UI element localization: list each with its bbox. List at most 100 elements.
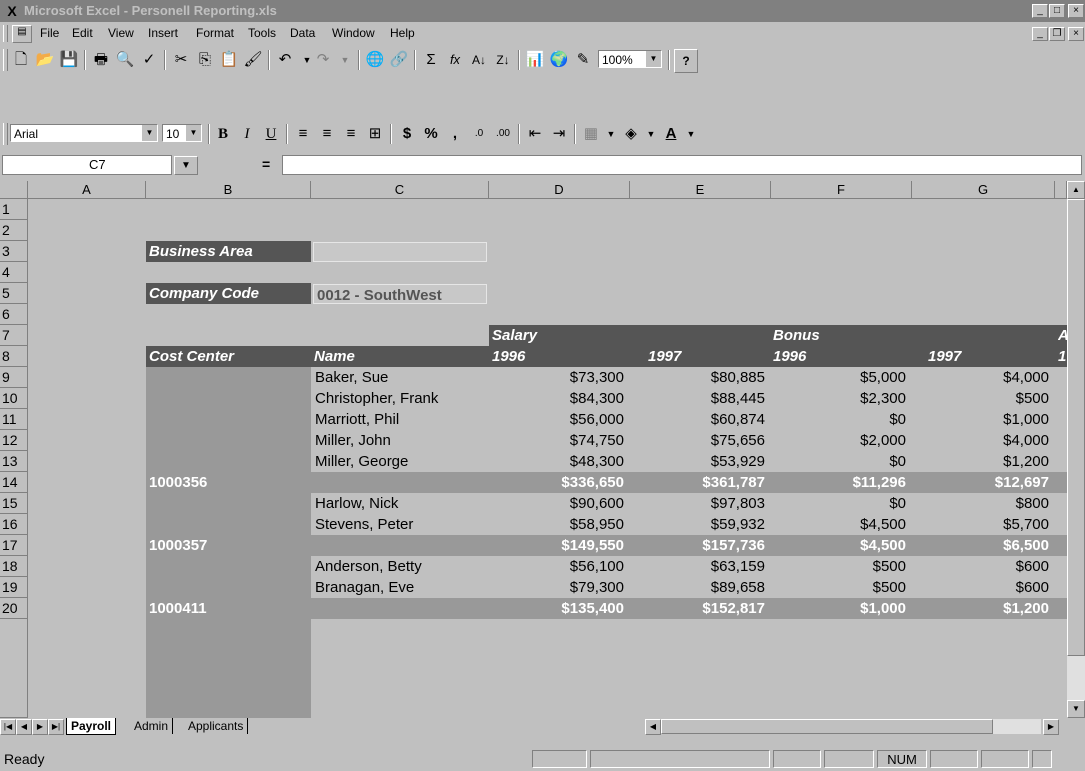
amount-cell[interactable]: $88,445 (630, 388, 771, 409)
hscroll-thumb[interactable] (661, 719, 993, 734)
chevron-down-icon[interactable]: ▼ (645, 51, 661, 67)
doc-minimize-button[interactable]: _ (1032, 27, 1048, 41)
cell-area[interactable]: Business Area Company Code 0012 - SouthW… (28, 199, 1067, 718)
amount-cell[interactable]: $0 (771, 493, 912, 514)
row-header[interactable]: 20 (0, 598, 28, 619)
amount-cell[interactable]: $5,000 (771, 367, 912, 388)
amount-cell[interactable]: $2,300 (771, 388, 912, 409)
amount-cell[interactable]: $1,000 (912, 409, 1055, 430)
chevron-down-icon[interactable]: ▼ (141, 125, 157, 141)
borders-dropdown-icon[interactable]: ▼ (600, 123, 622, 145)
paste-icon[interactable]: 📋 (218, 49, 240, 71)
print-icon[interactable]: 🖶 (90, 49, 112, 71)
subtotal-cell[interactable]: $6,500 (912, 535, 1055, 556)
row-header[interactable]: 11 (0, 409, 28, 430)
amount-cell[interactable]: $63,159 (630, 556, 771, 577)
sort-ascending-icon[interactable]: A↓ (468, 49, 490, 71)
merge-center-icon[interactable]: ⊞ (364, 123, 386, 145)
row-header[interactable]: 9 (0, 367, 28, 388)
amount-cell[interactable]: $500 (771, 556, 912, 577)
menu-view[interactable]: View (108, 26, 134, 40)
subtotal-cell[interactable]: $1,000 (771, 598, 912, 619)
company-code-value[interactable]: 0012 - SouthWest (313, 284, 487, 304)
formula-equals[interactable]: = (262, 156, 270, 172)
font-color-icon[interactable]: A (660, 123, 682, 145)
minimize-button[interactable]: _ (1032, 4, 1048, 18)
employee-name[interactable]: Miller, John (315, 430, 489, 451)
row-header[interactable]: 6 (0, 304, 28, 325)
amount-cell[interactable]: $60,874 (630, 409, 771, 430)
subtotal-cell[interactable]: $11,296 (771, 472, 912, 493)
chart-wizard-icon[interactable]: 📊 (524, 49, 546, 71)
decrease-decimal-icon[interactable]: .00 (492, 123, 514, 145)
new-icon[interactable]: 🗋 (10, 49, 32, 71)
amount-cell[interactable]: $0 (771, 409, 912, 430)
menu-format[interactable]: Format (196, 26, 234, 40)
col-header-h[interactable] (1055, 181, 1067, 199)
row-header[interactable]: 12 (0, 430, 28, 451)
amount-cell[interactable]: $90,600 (489, 493, 630, 514)
amount-cell[interactable]: $59,932 (630, 514, 771, 535)
amount-cell[interactable]: $500 (771, 577, 912, 598)
row-header[interactable]: 7 (0, 325, 28, 346)
undo-icon[interactable]: ↶ (274, 49, 296, 71)
employee-name[interactable]: Harlow, Nick (315, 493, 489, 514)
hyperlink-icon[interactable]: 🔗 (388, 49, 410, 71)
amount-cell[interactable]: $56,100 (489, 556, 630, 577)
office-assistant-button[interactable]: ? (674, 49, 698, 73)
first-sheet-icon[interactable]: |◀ (0, 719, 16, 735)
amount-cell[interactable]: $4,000 (912, 367, 1055, 388)
function-icon[interactable]: fx (444, 49, 466, 71)
col-header-f[interactable]: F (771, 181, 912, 199)
row-header[interactable]: 4 (0, 262, 28, 283)
vertical-scrollbar[interactable]: ▲ ▼ (1067, 181, 1085, 718)
hscroll-left-icon[interactable]: ◀ (645, 719, 661, 735)
amount-cell[interactable]: $74,750 (489, 430, 630, 451)
employee-name[interactable]: Christopher, Frank (315, 388, 489, 409)
menu-file[interactable]: File (40, 26, 59, 40)
horizontal-scroll-track[interactable] (661, 719, 1041, 734)
spelling-icon[interactable]: ✓ (138, 49, 160, 71)
scroll-thumb[interactable] (1067, 199, 1085, 656)
copy-icon[interactable]: ⎘ (194, 49, 216, 71)
borders-icon[interactable]: ▦ (580, 123, 602, 145)
amount-cell[interactable]: $600 (912, 577, 1055, 598)
subtotal-cell[interactable]: $4,500 (771, 535, 912, 556)
amount-cell[interactable]: $5,700 (912, 514, 1055, 535)
scroll-up-icon[interactable]: ▲ (1067, 181, 1085, 199)
row-header[interactable]: 13 (0, 451, 28, 472)
subtotal-cell[interactable]: $336,650 (489, 472, 630, 493)
redo-dropdown-icon[interactable]: ▼ (334, 49, 356, 71)
close-button[interactable]: × (1068, 4, 1084, 18)
sort-descending-icon[interactable]: Z↓ (492, 49, 514, 71)
align-center-icon[interactable]: ≡ (316, 123, 338, 145)
menu-edit[interactable]: Edit (72, 26, 93, 40)
menu-data[interactable]: Data (290, 26, 315, 40)
map-icon[interactable]: 🌍 (548, 49, 570, 71)
amount-cell[interactable]: $2,000 (771, 430, 912, 451)
amount-cell[interactable]: $75,656 (630, 430, 771, 451)
subtotal-cell[interactable]: $135,400 (489, 598, 630, 619)
currency-button[interactable]: $ (396, 123, 418, 145)
employee-name[interactable]: Anderson, Betty (315, 556, 489, 577)
percent-button[interactable]: % (420, 123, 442, 145)
menu-help[interactable]: Help (390, 26, 415, 40)
employee-name[interactable]: Branagan, Eve (315, 577, 489, 598)
amount-cell[interactable]: $600 (912, 556, 1055, 577)
amount-cell[interactable]: $89,658 (630, 577, 771, 598)
bold-button[interactable]: B (212, 123, 234, 145)
format-painter-icon[interactable]: 🖌 (242, 49, 264, 71)
doc-restore-button[interactable]: ❐ (1049, 27, 1065, 41)
business-area-value[interactable] (313, 242, 487, 262)
employee-name[interactable]: Stevens, Peter (315, 514, 489, 535)
subtotal-cell[interactable]: $1,200 (912, 598, 1055, 619)
row-header[interactable]: 1 (0, 199, 28, 220)
name-box[interactable]: C7 (2, 155, 172, 175)
tab-applicants[interactable]: Applicants (184, 718, 249, 734)
amount-cell[interactable]: $0 (771, 451, 912, 472)
open-icon[interactable]: 📂 (34, 49, 56, 71)
cut-icon[interactable]: ✂ (170, 49, 192, 71)
scroll-down-icon[interactable]: ▼ (1067, 700, 1085, 718)
amount-cell[interactable]: $80,885 (630, 367, 771, 388)
formula-input[interactable] (282, 155, 1082, 175)
